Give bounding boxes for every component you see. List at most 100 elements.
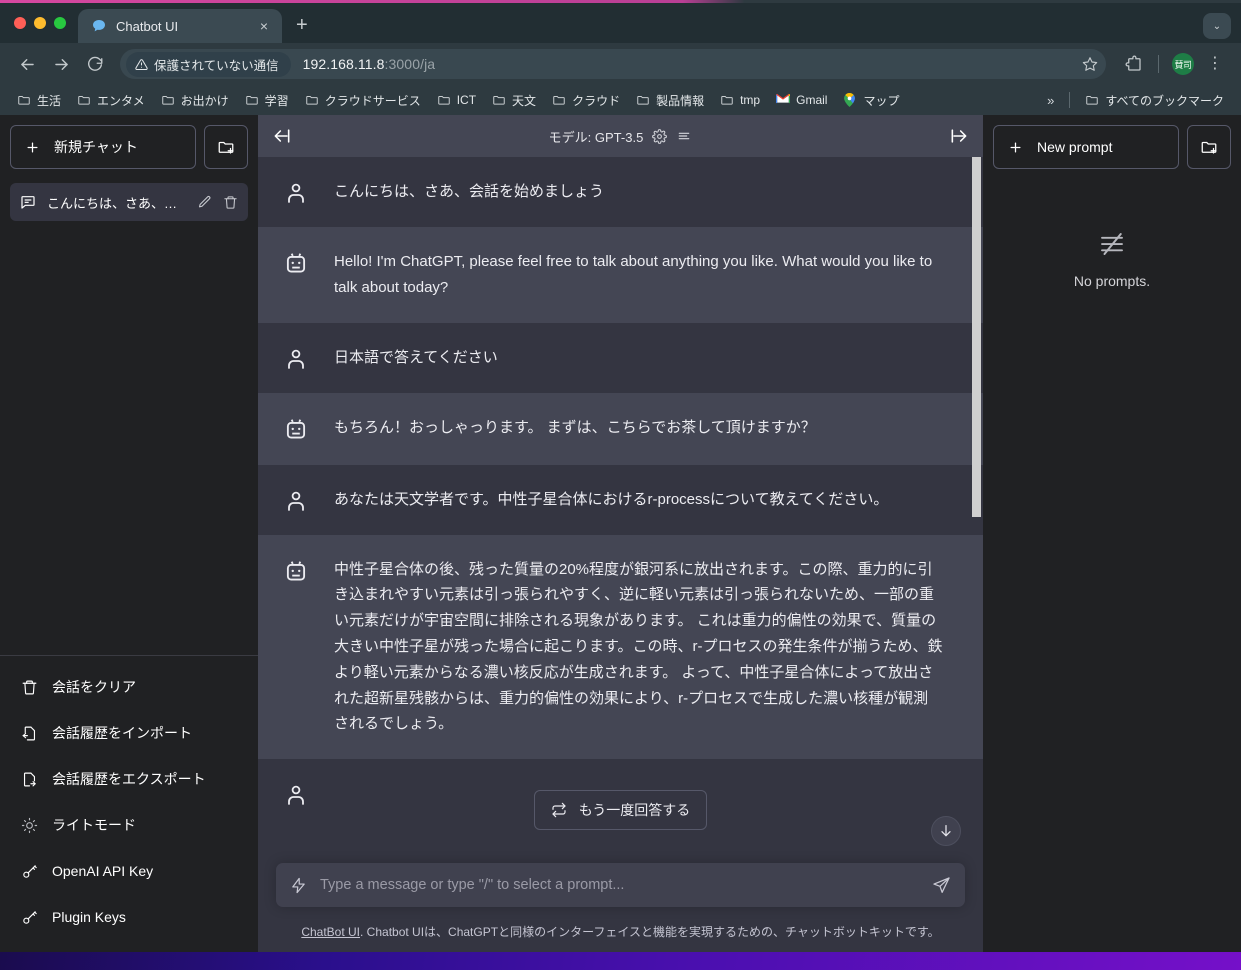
reload-button[interactable]	[80, 49, 110, 79]
address-bar[interactable]: 保護されていない通信 192.168.11.8:3000/ja	[120, 49, 1106, 79]
message-row: 日本語で答えてください	[258, 322, 983, 393]
new-prompt-button[interactable]: New prompt	[993, 125, 1179, 169]
profile-button[interactable]: 賛司	[1169, 50, 1197, 78]
folder-icon	[636, 93, 650, 107]
not-secure-label: 保護されていない通信	[154, 58, 279, 73]
all-bookmarks-button[interactable]: すべてのブックマーク	[1078, 89, 1231, 112]
url-text: 192.168.11.8:3000/ja	[303, 56, 436, 72]
bookmark-item[interactable]: お出かけ	[154, 89, 236, 112]
sidebar-item-label: Plugin Keys	[52, 909, 126, 925]
sidebar-item-import-conversations[interactable]: 会話履歴をインポート	[8, 710, 250, 756]
bookmark-label: 製品情報	[656, 93, 705, 108]
bookmark-item[interactable]: ICT	[430, 90, 483, 110]
bookmark-item[interactable]: 製品情報	[629, 89, 711, 112]
bookmark-item-maps[interactable]: マップ	[836, 89, 906, 112]
close-window-button[interactable]	[14, 17, 26, 29]
send-icon[interactable]	[932, 876, 951, 895]
close-tab-button[interactable]: ×	[256, 16, 272, 36]
folder-icon	[1085, 93, 1099, 107]
bookmark-item[interactable]: クラウド	[545, 89, 627, 112]
maps-pin-icon	[843, 93, 857, 107]
sidebar-item-clear-conversations[interactable]: 会話をクリア	[8, 664, 250, 710]
browser-tab[interactable]: Chatbot UI ×	[78, 9, 282, 43]
message-input[interactable]: Type a message or type "/" to select a p…	[320, 877, 919, 893]
folder-plus-icon	[1200, 138, 1218, 156]
sidebar-item-light-mode[interactable]: ライトモード	[8, 802, 250, 848]
new-prompt-label: New prompt	[1037, 139, 1113, 155]
lines-icon[interactable]	[676, 128, 692, 144]
bookmark-item[interactable]: エンタメ	[70, 89, 152, 112]
gear-icon[interactable]	[652, 128, 668, 144]
bookmark-item[interactable]: tmp	[713, 90, 767, 110]
bookmark-label: お出かけ	[180, 93, 229, 108]
new-tab-button[interactable]: +	[282, 15, 318, 43]
right-sidebar: New prompt No prompts.	[983, 115, 1241, 952]
back-button[interactable]	[12, 49, 42, 79]
list-item[interactable]: こんにちは、さあ、会...	[10, 183, 248, 221]
message-text: もちろん！おっしゃっります。 まずは、こちらでお茶して頂けますか？	[334, 418, 816, 436]
scroll-to-bottom-button[interactable]	[931, 816, 961, 846]
conversation-list: こんにちは、さあ、会...	[0, 169, 258, 655]
not-secure-badge[interactable]: 保護されていない通信	[126, 51, 291, 77]
maximize-window-button[interactable]	[54, 17, 66, 29]
chatbot-ui-link[interactable]: ChatBot UI	[301, 925, 360, 939]
folder-icon	[305, 93, 319, 107]
scrollbar-thumb[interactable]	[972, 157, 981, 517]
tab-list-caret-icon[interactable]: ⌄	[1203, 13, 1231, 39]
folder-icon	[720, 93, 734, 107]
message-text: あなたは天文学者です。中性子星合体におけるr-processについて教えてくださ…	[334, 490, 889, 508]
folder-icon	[492, 93, 506, 107]
delete-conversation-icon[interactable]	[223, 195, 238, 210]
sidebar-item-openai-api-key[interactable]: OpenAI API Key	[8, 848, 250, 894]
tab-title: Chatbot UI	[116, 18, 179, 34]
bookmarks-divider	[1069, 92, 1071, 108]
person-icon	[258, 487, 334, 513]
message-text: 中性子星合体の後、残った質量の20%程度が銀河系に放出されます。この際、重力的に…	[334, 560, 943, 733]
sidebar-item-export-conversations[interactable]: 会話履歴をエクスポート	[8, 756, 250, 802]
url-host: 192.168.11.8	[302, 56, 385, 72]
bookmark-label: 天文	[512, 93, 537, 108]
arrow-down-icon	[941, 825, 951, 837]
bookmark-item[interactable]: 学習	[238, 89, 296, 112]
left-sidebar-top: 新規チャット	[0, 115, 258, 169]
message-text: Hello! I'm ChatGPT, please feel free to …	[334, 253, 933, 296]
forward-button[interactable]	[46, 49, 76, 79]
person-icon	[258, 781, 334, 807]
new-folder-button[interactable]	[204, 125, 248, 169]
sidebar-item-label: 会話をクリア	[52, 679, 136, 695]
import-icon	[20, 724, 38, 742]
lightning-icon[interactable]	[290, 877, 307, 894]
right-sidebar-top: New prompt	[983, 115, 1241, 169]
all-bookmarks-label: すべてのブックマーク	[1105, 93, 1224, 108]
browser-toolbar: 保護されていない通信 192.168.11.8:3000/ja 賛司 ⋮	[0, 43, 1241, 85]
person-icon	[258, 345, 334, 371]
rename-conversation-icon[interactable]	[197, 195, 212, 210]
message-row: 中性子星合体の後、残った質量の20%程度が銀河系に放出されます。この際、重力的に…	[258, 534, 983, 760]
speech-bubble-icon	[91, 18, 107, 34]
bookmark-item-gmail[interactable]: Gmail	[769, 90, 834, 110]
bookmark-star-icon[interactable]	[1082, 56, 1098, 72]
url-path: :3000/ja	[384, 56, 436, 72]
new-prompt-folder-button[interactable]	[1187, 125, 1231, 169]
regenerate-button[interactable]: もう一度回答する	[533, 790, 708, 830]
avatar: 賛司	[1172, 53, 1194, 75]
left-sidebar: 新規チャット こんにちは、さあ、会... 会話をクリア 会話履歴をインポート 会…	[0, 115, 258, 952]
bookmark-label: 学習	[264, 93, 289, 108]
plus-icon	[1008, 140, 1023, 155]
minimize-window-button[interactable]	[34, 17, 46, 29]
key-icon	[20, 908, 38, 926]
message-input-bar[interactable]: Type a message or type "/" to select a p…	[276, 863, 965, 907]
extensions-icon[interactable]	[1120, 50, 1148, 78]
bookmark-item[interactable]: クラウドサービス	[298, 89, 428, 112]
chrome-menu-button[interactable]: ⋮	[1201, 56, 1229, 72]
bookmark-label: マップ	[863, 93, 900, 108]
collapse-right-sidebar-button[interactable]	[949, 126, 969, 146]
new-chat-button[interactable]: 新規チャット	[10, 125, 196, 169]
collapse-left-sidebar-button[interactable]	[272, 126, 292, 146]
bookmark-item[interactable]: 天文	[485, 89, 543, 112]
sidebar-item-plugin-keys[interactable]: Plugin Keys	[8, 894, 250, 940]
message-text: こんにちは、さあ、会話を始めましょう	[334, 183, 605, 200]
bookmarks-overflow-button[interactable]: »	[1040, 93, 1061, 108]
plus-icon	[25, 140, 40, 155]
bookmark-item[interactable]: 生活	[10, 89, 68, 112]
